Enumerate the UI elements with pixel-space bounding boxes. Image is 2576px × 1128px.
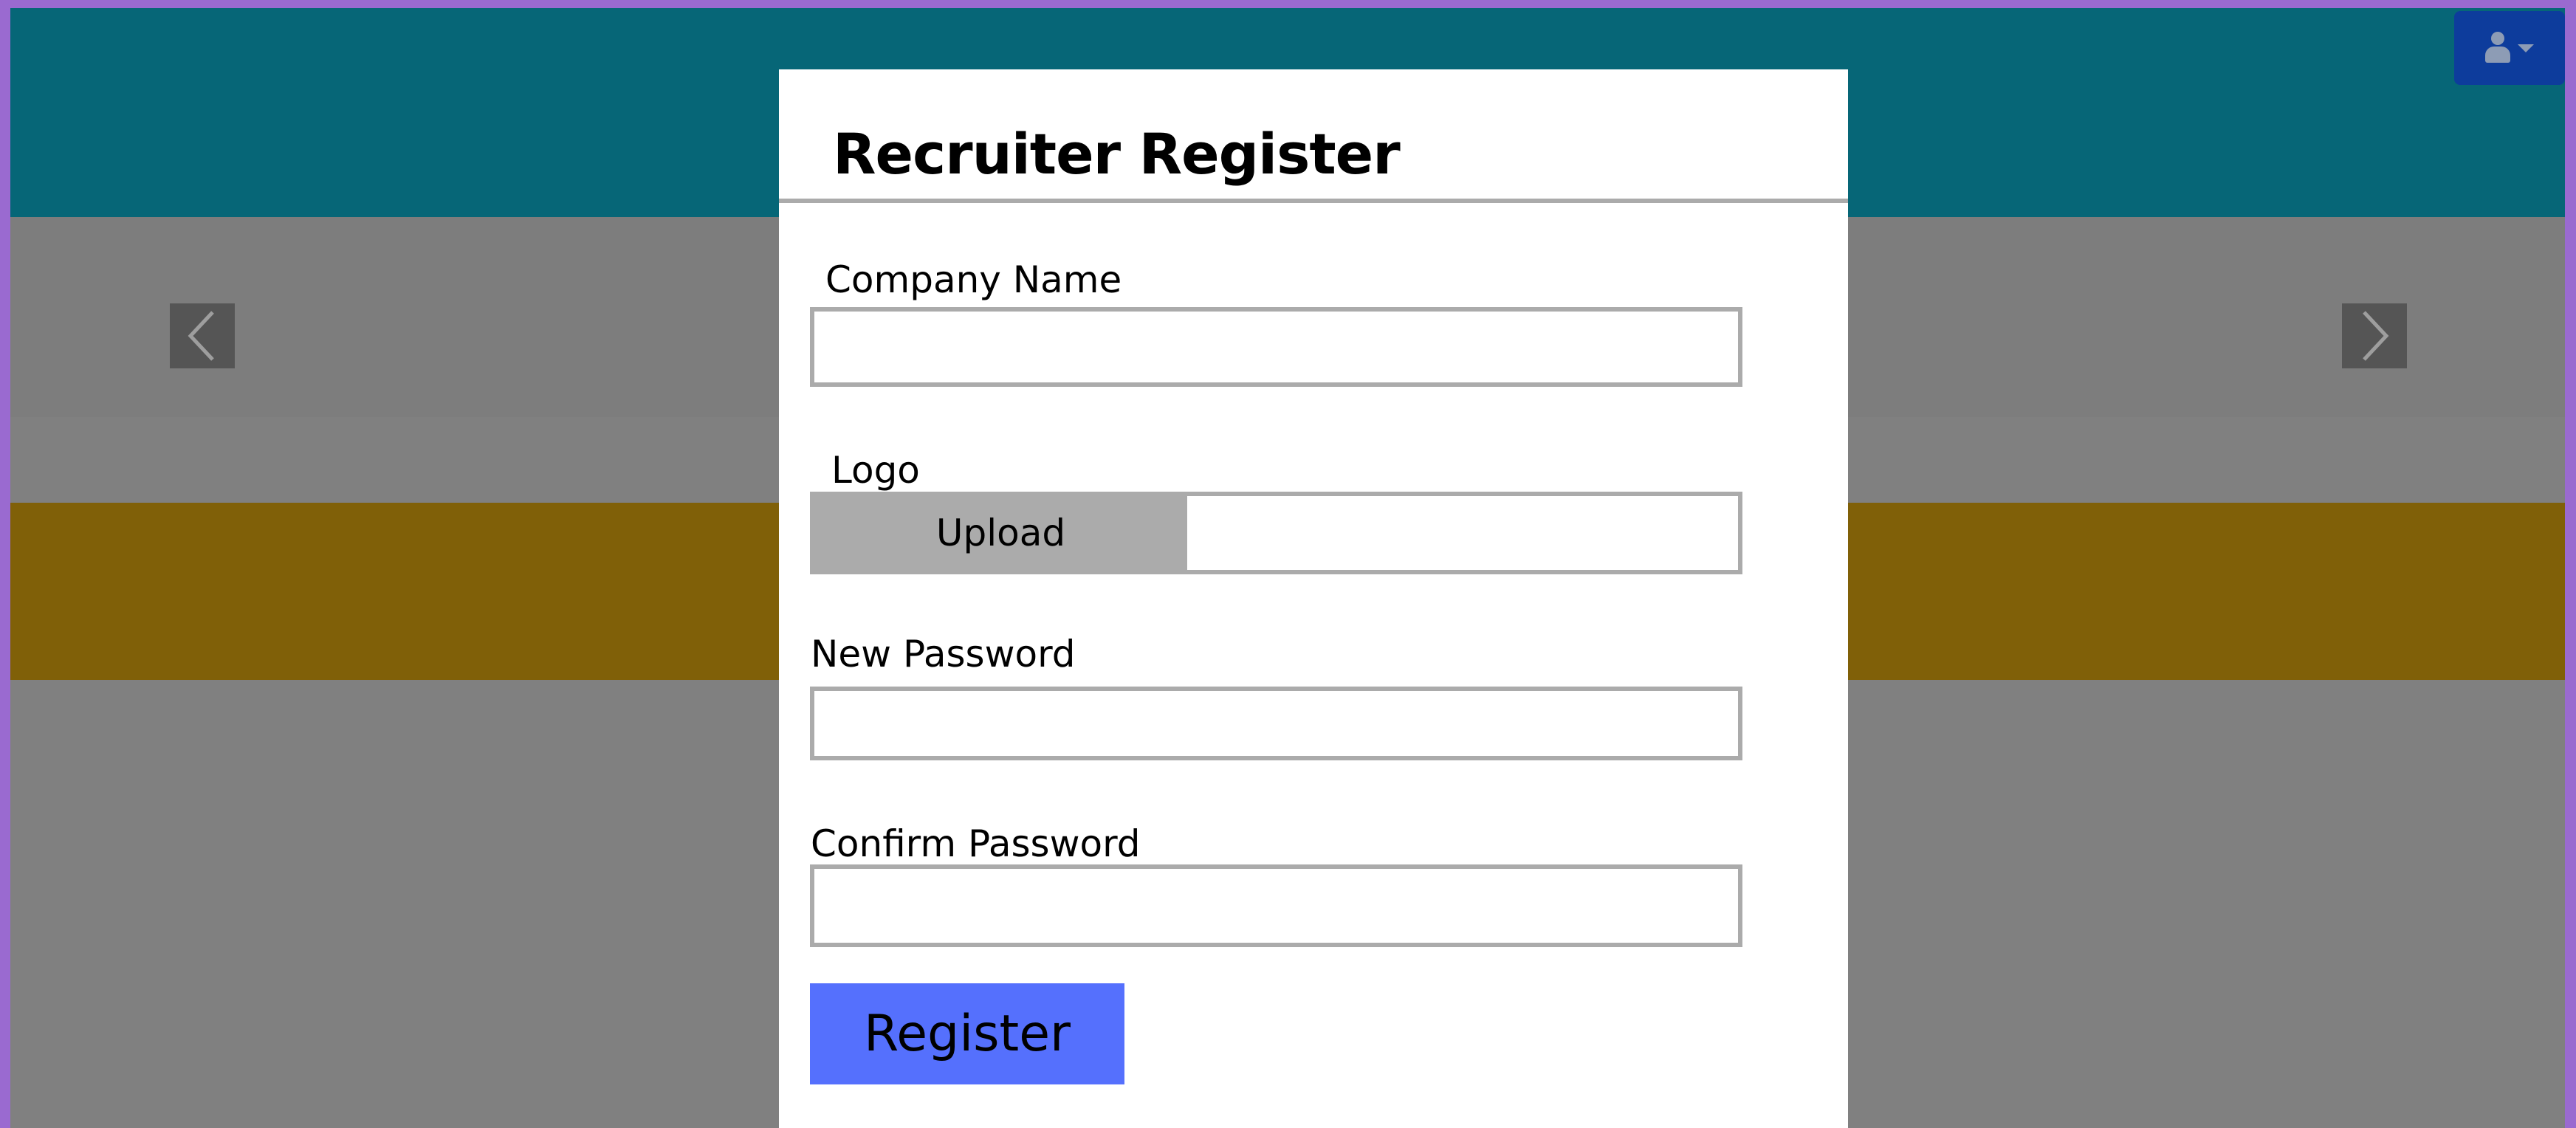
caret-down-icon: [2518, 44, 2534, 52]
chevron-left-icon: [188, 311, 214, 361]
new-password-input[interactable]: [810, 687, 1742, 760]
register-button[interactable]: Register: [810, 983, 1124, 1084]
logo-label: Logo: [831, 449, 920, 492]
company-name-label: Company Name: [825, 258, 1122, 301]
user-menu-button[interactable]: [2454, 11, 2565, 85]
confirm-password-label: Confirm Password: [811, 822, 1141, 865]
logo-upload-field: Upload: [810, 492, 1742, 574]
company-name-input[interactable]: [810, 307, 1742, 387]
carousel-next-button[interactable]: [2342, 303, 2407, 368]
user-icon: [2485, 32, 2510, 64]
recruiter-register-modal: Recruiter Register Company Name Logo Upl…: [779, 69, 1848, 1128]
confirm-password-input[interactable]: [810, 864, 1742, 947]
upload-filename: [1187, 496, 1738, 570]
upload-button[interactable]: Upload: [814, 496, 1187, 570]
modal-header: Recruiter Register: [779, 69, 1848, 203]
chevron-right-icon: [2363, 311, 2389, 361]
carousel-prev-button[interactable]: [170, 303, 235, 368]
new-password-label: New Password: [811, 633, 1076, 675]
modal-title: Recruiter Register: [833, 121, 1401, 187]
